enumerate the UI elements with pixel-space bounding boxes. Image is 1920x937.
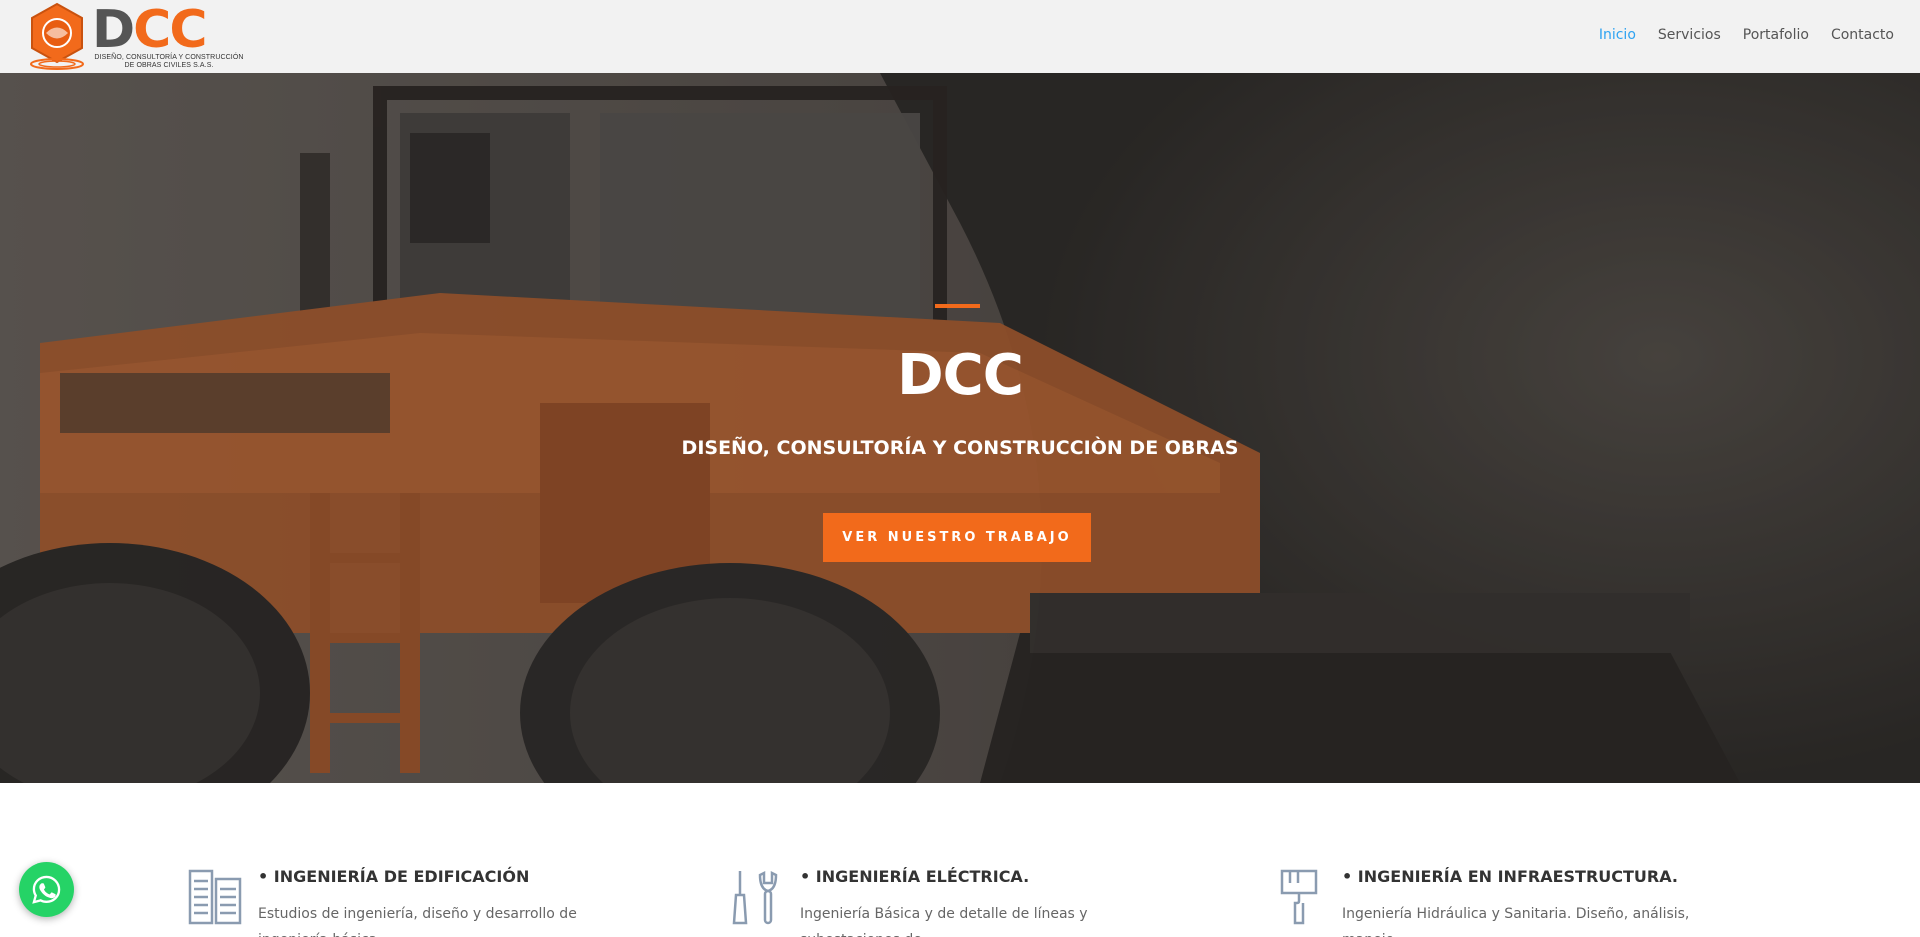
hero-accent-bar — [935, 304, 980, 308]
nav-item-servicios[interactable]: Servicios — [1658, 27, 1721, 43]
services-section: • INGENIERÍA DE EDIFICACIÓN Estudios de … — [0, 783, 1920, 937]
logo-letter: C — [169, 0, 207, 60]
service-description: Estudios de ingeniería, diseño y desarro… — [258, 906, 577, 937]
nav-item-contacto[interactable]: Contacto — [1831, 27, 1894, 43]
nav-item-inicio[interactable]: Inicio — [1599, 27, 1636, 43]
nav-item-portafolio[interactable]: Portafolio — [1743, 27, 1809, 43]
ver-nuestro-trabajo-button[interactable]: VER NUESTRO TRABAJO — [823, 513, 1091, 562]
logo-emblem-icon — [30, 2, 84, 70]
hero-overlay — [0, 73, 1920, 783]
logo-letter: C — [133, 0, 171, 60]
logo[interactable]: DCC DISEÑO, CONSULTORÍA Y CONSTRUCCIÓN D… — [26, 2, 244, 72]
main-nav: Inicio Servicios Portafolio Contacto — [1577, 27, 1894, 43]
hero-title: DCC — [897, 343, 1024, 408]
whatsapp-button[interactable] — [19, 862, 74, 917]
service-description: Ingeniería Básica y de detalle de líneas… — [800, 906, 1088, 937]
service-title: • INGENIERÍA DE EDIFICACIÓN — [258, 867, 530, 886]
hero-section: DCC DISEÑO, CONSULTORÍA Y CONSTRUCCIÒN D… — [0, 73, 1920, 783]
document-lines-icon — [188, 869, 242, 925]
service-description: Ingeniería Hidráulica y Sanitaria. Diseñ… — [1342, 906, 1690, 937]
service-title: • INGENIERÍA ELÉCTRICA. — [800, 867, 1030, 886]
logo-tagline: DISEÑO, CONSULTORÍA Y CONSTRUCCIÓN DE OB… — [94, 54, 244, 69]
logo-letter: D — [92, 0, 135, 60]
logo-brand: DCC — [92, 4, 208, 56]
whatsapp-icon — [32, 875, 61, 904]
tools-icon — [732, 870, 778, 925]
service-title: • INGENIERÍA EN INFRAESTRUCTURA. — [1342, 867, 1678, 886]
site-header: DCC DISEÑO, CONSULTORÍA Y CONSTRUCCIÓN D… — [0, 0, 1920, 73]
hero-subtitle: DISEÑO, CONSULTORÍA Y CONSTRUCCIÒN DE OB… — [681, 437, 1239, 459]
paint-roller-icon — [1280, 869, 1318, 925]
